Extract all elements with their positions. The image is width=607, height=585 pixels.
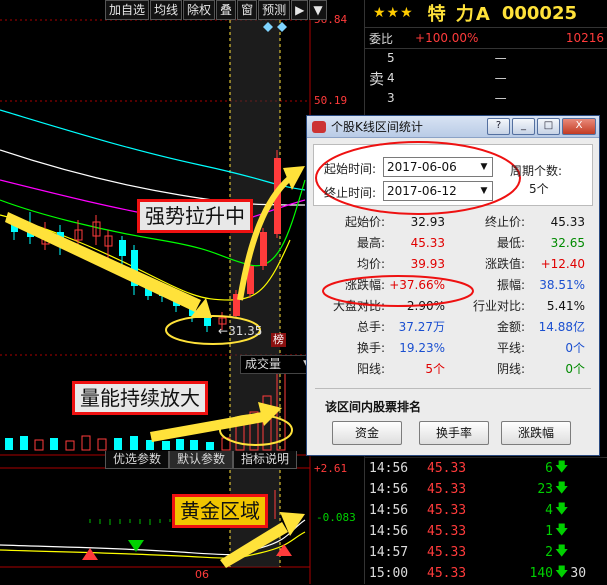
divider: [315, 388, 591, 389]
rank-by-change-button[interactable]: 涨跌幅: [501, 421, 571, 445]
time-range-highlight: [315, 141, 521, 215]
stats-row: 最高: 45.33 最低: 32.65: [356, 235, 585, 251]
low-price-mark: ←31.35: [218, 324, 263, 338]
trade-row: 14:56 45.33 4 🡇: [365, 500, 607, 521]
stock-title-row: ★★★ 特 力A 000025: [365, 0, 607, 26]
stats-row: 换手: 19.23% 平线: 0个: [356, 340, 585, 356]
rank-by-capital-button[interactable]: 资金: [332, 421, 402, 445]
order-ratio-value: +100.00%: [415, 31, 479, 45]
param-tabs: 优选参数 默认参数 指标说明: [105, 451, 298, 469]
rank-by-turnover-button[interactable]: 换手率: [419, 421, 489, 445]
tab-preferred-params[interactable]: 优选参数: [105, 451, 170, 469]
stock-code: 000025: [501, 2, 578, 24]
help-button[interactable]: ?: [487, 118, 510, 135]
period-count-label: 周期个数:: [510, 164, 563, 178]
play-icon[interactable]: ▶: [291, 0, 309, 20]
chevron-down-icon: ▼: [480, 162, 488, 172]
maximize-button[interactable]: □: [537, 118, 560, 135]
rank-section-title: 该区间内股票排名: [325, 400, 422, 414]
trade-list: 14:56 45.33 6 🡇 14:56 45.33 23 🡇 14:56 4…: [365, 457, 607, 584]
trade-row: 14:56 45.33 23 🡇: [365, 479, 607, 500]
dialog-titlebar[interactable]: 个股K线区间统计 ? _ □ X: [307, 116, 599, 138]
tab-indicator-help[interactable]: 指标说明: [233, 451, 298, 469]
change-pct-highlight: [322, 275, 474, 307]
arrow-down-icon: 🡇: [555, 501, 569, 517]
app-logo-icon: [312, 120, 326, 133]
order-ratio-row: 委比 +100.00% 10216: [365, 27, 607, 49]
arrow-down-icon: 🡇: [555, 459, 569, 475]
start-time-select[interactable]: 2017-06-06 ▼: [383, 157, 493, 177]
end-time-label: 终止时间:: [324, 186, 377, 200]
indicator-value-mid: -0.083: [316, 511, 356, 524]
sell-orderbook: 5 — 卖 4 — 3 —: [365, 48, 607, 108]
dialog-title: 个股K线区间统计: [331, 120, 423, 134]
arrow-down-icon: 🡇: [555, 564, 569, 580]
window-button[interactable]: 窗: [237, 0, 258, 20]
orderbook-row: 卖 4 —: [369, 69, 507, 88]
moving-average-button[interactable]: 均线: [150, 0, 183, 20]
stock-name: 特 力A: [427, 4, 492, 25]
tab-default-params[interactable]: 默认参数: [169, 451, 234, 469]
trade-row: 15:00 45.33 140 🡇 30: [365, 563, 607, 584]
stats-row: 阳线: 5个 阴线: 0个: [356, 362, 585, 376]
forecast-button[interactable]: 预测: [258, 0, 291, 20]
period-count-value: 5个: [529, 182, 549, 196]
order-ratio-label: 委比: [369, 31, 394, 46]
date-axis-label: 06: [195, 568, 209, 581]
orderbook-row: 3 —: [387, 91, 507, 105]
close-button[interactable]: X: [562, 118, 596, 135]
arrow-down-icon: 🡇: [555, 543, 569, 559]
annotation-volume-up: 量能持续放大: [72, 381, 208, 415]
trade-row: 14:56 45.33 6 🡇: [365, 458, 607, 479]
stats-row: 均价: 39.93 涨跌值: +12.40: [356, 256, 585, 272]
overlay-button[interactable]: 叠: [216, 0, 237, 20]
annotation-golden-zone: 黄金区域: [172, 494, 268, 528]
trade-row: 14:56 45.33 1 🡇: [365, 521, 607, 542]
sell-label: 卖: [369, 69, 385, 88]
chart-toolbar: 加自选 均线 除权 叠 窗 预测 ▶ ▼: [105, 0, 328, 20]
ranking-badge[interactable]: 榜: [271, 333, 286, 347]
rating-stars: ★★★: [373, 5, 414, 21]
arrow-down-icon: 🡇: [555, 522, 569, 538]
end-time-select[interactable]: 2017-06-12 ▼: [383, 181, 493, 201]
orderbook-row: 5 —: [387, 51, 507, 65]
add-watchlist-button[interactable]: 加自选: [105, 0, 150, 20]
volume-panel-label[interactable]: 成交量▼: [240, 355, 315, 374]
price-label-mid: 50.19: [314, 94, 348, 107]
annotation-strong-rise: 强势拉升中: [137, 199, 253, 233]
ex-rights-button[interactable]: 除权: [183, 0, 216, 20]
arrow-down-icon: 🡇: [555, 480, 569, 496]
trade-row: 14:57 45.33 2 🡇: [365, 542, 607, 563]
stats-row: 总手: 37.27万 金额: 14.88亿: [356, 320, 585, 334]
minimize-button[interactable]: _: [512, 118, 535, 135]
chevron-down-icon: ▼: [480, 186, 488, 196]
order-ratio-count: 10216: [565, 31, 604, 45]
interval-stats-dialog[interactable]: 个股K线区间统计 ? _ □ X 起始时间: 2017-06-06 ▼ 终止时间…: [306, 115, 600, 456]
stats-row: 起始价: 32.93 终止价: 45.33: [344, 214, 585, 230]
dropdown-icon[interactable]: ▼: [309, 0, 327, 20]
indicator-value-top: +2.61: [314, 462, 348, 475]
start-time-label: 起始时间:: [324, 162, 377, 176]
